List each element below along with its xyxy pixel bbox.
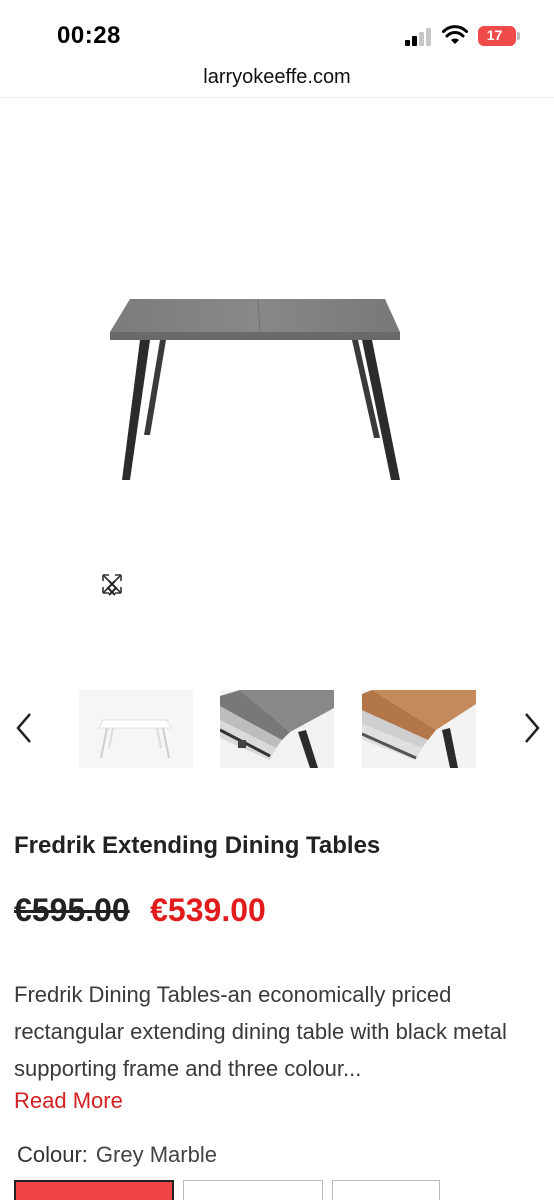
thumbnail-white-table[interactable]	[79, 690, 193, 768]
price-row: €595.00 €539.00	[14, 892, 266, 936]
product-title: Fredrik Extending Dining Tables	[14, 832, 381, 859]
sale-price: €539.00	[150, 892, 266, 928]
product-description: Fredrik Dining Tables-an economically pr…	[14, 982, 507, 1081]
product-main-image[interactable]	[0, 100, 554, 660]
wifi-icon	[442, 25, 468, 44]
clock: 00:28	[57, 22, 121, 49]
status-bar: 00:28 17	[0, 0, 554, 60]
battery-level: 17	[486, 27, 503, 43]
colour-value: Grey Marble	[95, 1142, 217, 1167]
address-bar[interactable]: larryokeeffe.com	[0, 62, 554, 98]
thumbnail-carousel	[0, 688, 554, 772]
colour-label: Colour:	[17, 1142, 88, 1167]
thumbnail-next-icon[interactable]	[518, 710, 544, 746]
thumbnail-oak-mechanism[interactable]	[362, 690, 476, 768]
url-text: larryokeeffe.com	[203, 66, 351, 88]
thumbnail-grey-mechanism[interactable]	[220, 690, 334, 768]
read-more-link[interactable]: Read More	[14, 1088, 123, 1114]
colour-swatches	[0, 1180, 554, 1200]
battery-icon: 17	[478, 26, 520, 46]
cellular-signal-icon	[405, 28, 433, 46]
old-price: €595.00	[14, 892, 130, 928]
swatch-option-3[interactable]	[332, 1180, 440, 1200]
swatch-option-2[interactable]	[183, 1180, 323, 1200]
colour-selector-label: Colour: Grey Marble	[17, 1142, 217, 1168]
table-image	[110, 298, 400, 480]
swatch-grey-marble[interactable]	[14, 1180, 174, 1200]
thumbnail-prev-icon[interactable]	[12, 710, 38, 746]
battery-cap	[517, 32, 520, 40]
next-image-icon[interactable]	[100, 576, 124, 600]
